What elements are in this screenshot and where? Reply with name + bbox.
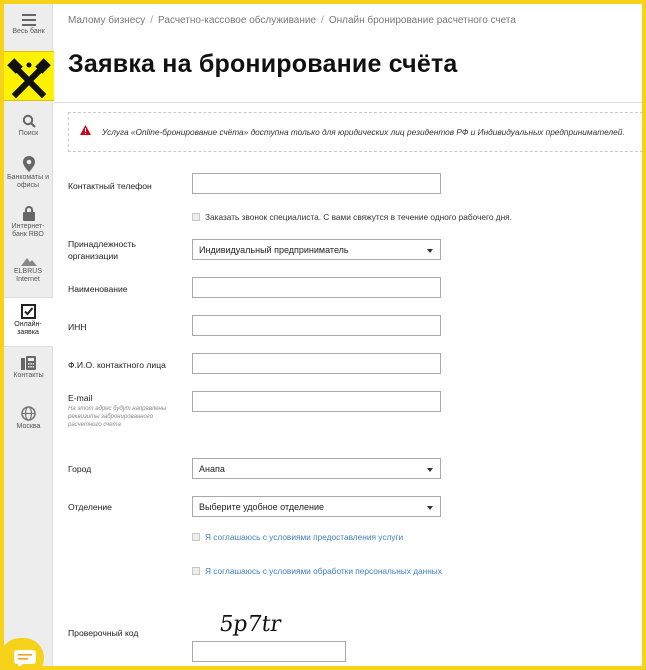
email-input[interactable] (192, 391, 441, 412)
chat-button[interactable] (4, 638, 44, 666)
phone-label: Контактный телефон (68, 181, 152, 191)
lock-icon (22, 206, 35, 221)
search-icon (22, 114, 36, 128)
chevron-down-icon (427, 506, 433, 510)
contact-person-input[interactable] (192, 353, 441, 374)
logo-icon (7, 58, 51, 99)
sidebar-item-label: Поиск (18, 130, 39, 137)
sidebar-item-label: Онлайн-заявка (14, 321, 42, 336)
city-value: Анапа (199, 464, 225, 474)
phone-input[interactable] (192, 173, 441, 194)
all-bank-label: Весь банк (12, 28, 45, 35)
checkbox-box[interactable] (192, 533, 200, 541)
callback-checkbox[interactable]: Заказать звонок специалиста. С вами свяж… (192, 212, 512, 222)
breadcrumb-separator: / (321, 15, 324, 26)
branch-label: Отделение (68, 502, 112, 512)
org-type-label: Принадлежность организации (68, 239, 136, 261)
captcha-input[interactable] (192, 641, 346, 662)
sidebar-item-online-request[interactable]: Онлайн-заявка (4, 297, 53, 347)
globe-icon (21, 406, 36, 421)
breadcrumb-separator: / (150, 15, 154, 26)
header-divider (54, 102, 642, 103)
all-bank-menu[interactable]: Весь банк (4, 14, 53, 36)
email-hint: На этот адрес будут направлены реквизиты… (68, 406, 167, 428)
checkbox-box[interactable] (192, 567, 200, 575)
sidebar-item-atms[interactable]: Банкоматы и офисы (4, 156, 53, 190)
mountain-icon (20, 258, 37, 266)
agree-service-link[interactable]: Я соглашаюсь с условиями предоставления … (205, 532, 403, 542)
agree-data-checkbox[interactable]: Я соглашаюсь с условиями обработки персо… (192, 566, 442, 576)
sidebar-item-rbo[interactable]: Интернет-банк RBO (4, 206, 53, 239)
page-frame: Весь банк Поиск Банкоматы и офисы Интерн… (4, 4, 642, 666)
breadcrumb-link-small-business[interactable]: Малому бизнесу (68, 15, 145, 26)
phone-icon (21, 356, 36, 370)
org-name-input[interactable] (192, 277, 441, 298)
chat-icon (14, 650, 36, 666)
agree-data-link[interactable]: Я соглашаюсь с условиями обработки персо… (205, 566, 442, 576)
sidebar-item-label: Контакты (13, 372, 44, 379)
hamburger-icon (21, 14, 36, 26)
sidebar-item-contacts[interactable]: Контакты (4, 356, 53, 380)
captcha-image: 5p7tr (220, 611, 283, 637)
sidebar-item-label: Москва (16, 423, 41, 430)
raiffeisen-logo[interactable] (4, 51, 54, 101)
alert-banner: Услуга «Online-бронирование счёта» досту… (68, 112, 642, 152)
org-type-value: Индивидуальный предприниматель (199, 245, 349, 255)
breadcrumb-link-cash-service[interactable]: Расчетно-кассовое обслуживание (158, 15, 316, 26)
page-title: Заявка на бронирование счёта (68, 50, 458, 78)
main-content: Малому бизнесу / Расчетно-кассовое обслужи… (54, 4, 642, 666)
alert-text: Услуга «Online-бронирование счёта» досту… (102, 127, 625, 137)
sidebar-item-search[interactable]: Поиск (4, 114, 53, 138)
email-label-group: E-mail На этот адрес будут направлены ре… (68, 392, 176, 429)
sidebar-item-label: Банкоматы и офисы (6, 174, 50, 189)
sidebar-item-label: Интернет-банк RBO (11, 223, 45, 238)
sidebar-item-city[interactable]: Москва (4, 406, 53, 431)
contact-person-label: Ф.И.О. контактного лица (68, 360, 166, 370)
callback-label: Заказать звонок специалиста. С вами свяж… (205, 212, 512, 222)
org-name-label: Наименование (68, 284, 128, 294)
sidebar-item-label: ELBRUS Internet (13, 268, 42, 283)
inn-input[interactable] (192, 315, 441, 336)
checkbox-box[interactable] (192, 213, 200, 221)
city-label: Город (68, 464, 92, 474)
sidebar-item-elbrus[interactable]: ELBRUS Internet (4, 256, 53, 284)
agree-service-checkbox[interactable]: Я соглашаюсь с условиями предоставления … (192, 532, 403, 542)
city-select[interactable]: Анапа (192, 458, 441, 479)
chevron-down-icon (427, 249, 433, 253)
email-label: E-mail (68, 393, 93, 403)
breadcrumb-current: Онлайн бронирование расчетного счета (328, 15, 516, 26)
branch-value: Выберите удобное отделение (199, 502, 325, 512)
chevron-down-icon (427, 468, 433, 472)
sidebar: Весь банк Поиск Банкоматы и офисы Интерн… (4, 4, 54, 666)
map-pin-icon (22, 156, 35, 172)
captcha-label: Проверочный код (68, 628, 139, 638)
branch-select[interactable]: Выберите удобное отделение (192, 496, 441, 517)
checkbox-icon (21, 304, 36, 319)
breadcrumb: Малому бизнесу / Расчетно-кассовое обслужи… (68, 15, 516, 26)
inn-label: ИНН (68, 322, 87, 332)
org-type-select[interactable]: Индивидуальный предприниматель (192, 239, 441, 260)
captcha-text: 5p7tr (220, 611, 283, 637)
warning-icon (80, 125, 91, 135)
